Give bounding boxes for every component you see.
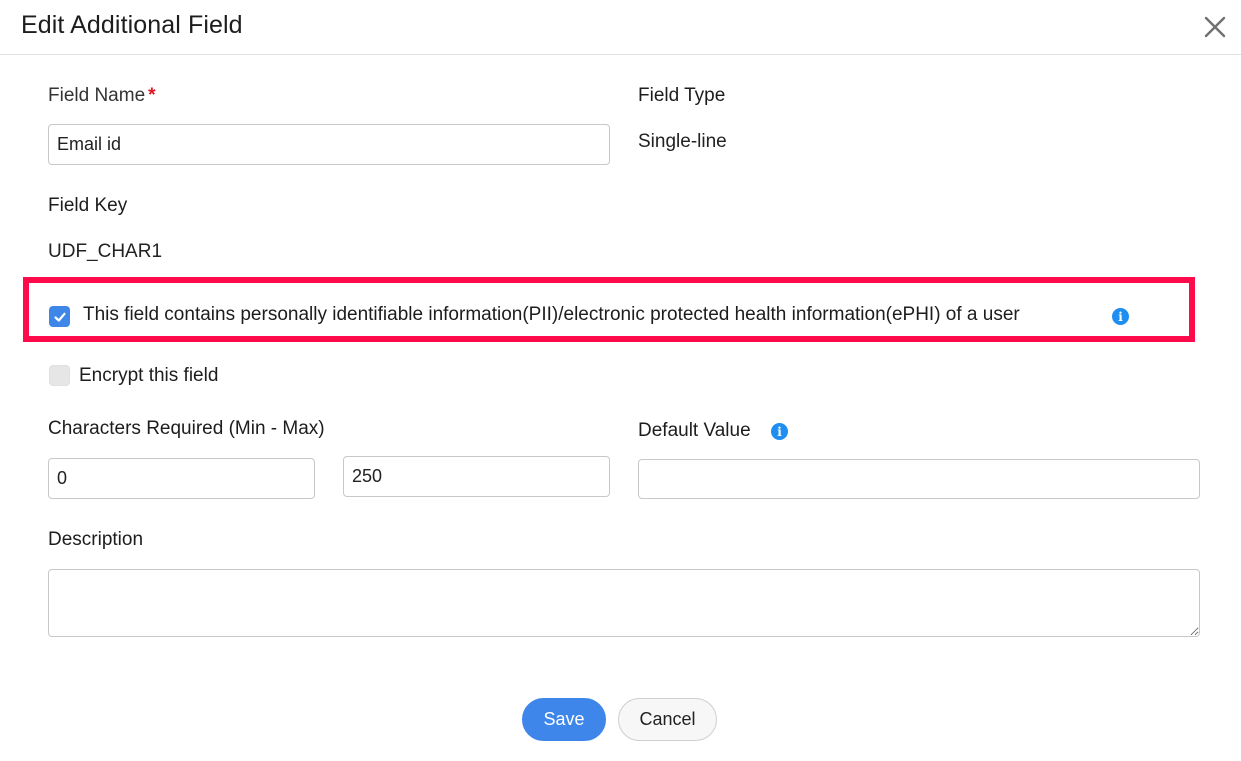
description-label: Description [48,529,144,550]
pii-info-icon[interactable]: i [1112,308,1129,325]
checkmark-icon [53,312,66,322]
field-type-value: Single-line [638,131,727,152]
cancel-button[interactable]: Cancel [618,698,717,741]
dialog-header: Edit Additional Field [0,0,1241,55]
description-textarea[interactable] [48,569,1200,637]
encrypt-checkbox-label[interactable]: Encrypt this field [79,365,218,387]
field-name-input[interactable] [48,124,610,165]
edit-additional-field-dialog: Edit Additional Field Field Name* Field … [0,0,1241,761]
min-characters-input[interactable] [48,458,315,499]
close-button[interactable] [1202,14,1228,40]
field-key-value: UDF_CHAR1 [48,241,163,262]
required-marker: * [148,85,156,106]
save-button[interactable]: Save [522,698,606,741]
default-value-label: Default Value [638,420,751,441]
default-value-info-icon[interactable]: i [771,423,788,440]
characters-required-label: Characters Required (Min - Max) [48,418,325,439]
field-name-label: Field Name * [48,85,156,107]
default-value-input[interactable] [638,459,1200,499]
pii-checkbox[interactable] [49,306,70,327]
close-icon [1204,16,1226,38]
field-name-label-text: Field Name [48,85,146,106]
dialog-title: Edit Additional Field [21,11,243,39]
pii-checkbox-label[interactable]: This field contains personally identifia… [83,304,1020,326]
field-type-label: Field Type [638,85,726,106]
max-characters-input[interactable] [343,456,610,497]
encrypt-checkbox[interactable] [49,365,70,386]
field-key-label: Field Key [48,195,128,216]
